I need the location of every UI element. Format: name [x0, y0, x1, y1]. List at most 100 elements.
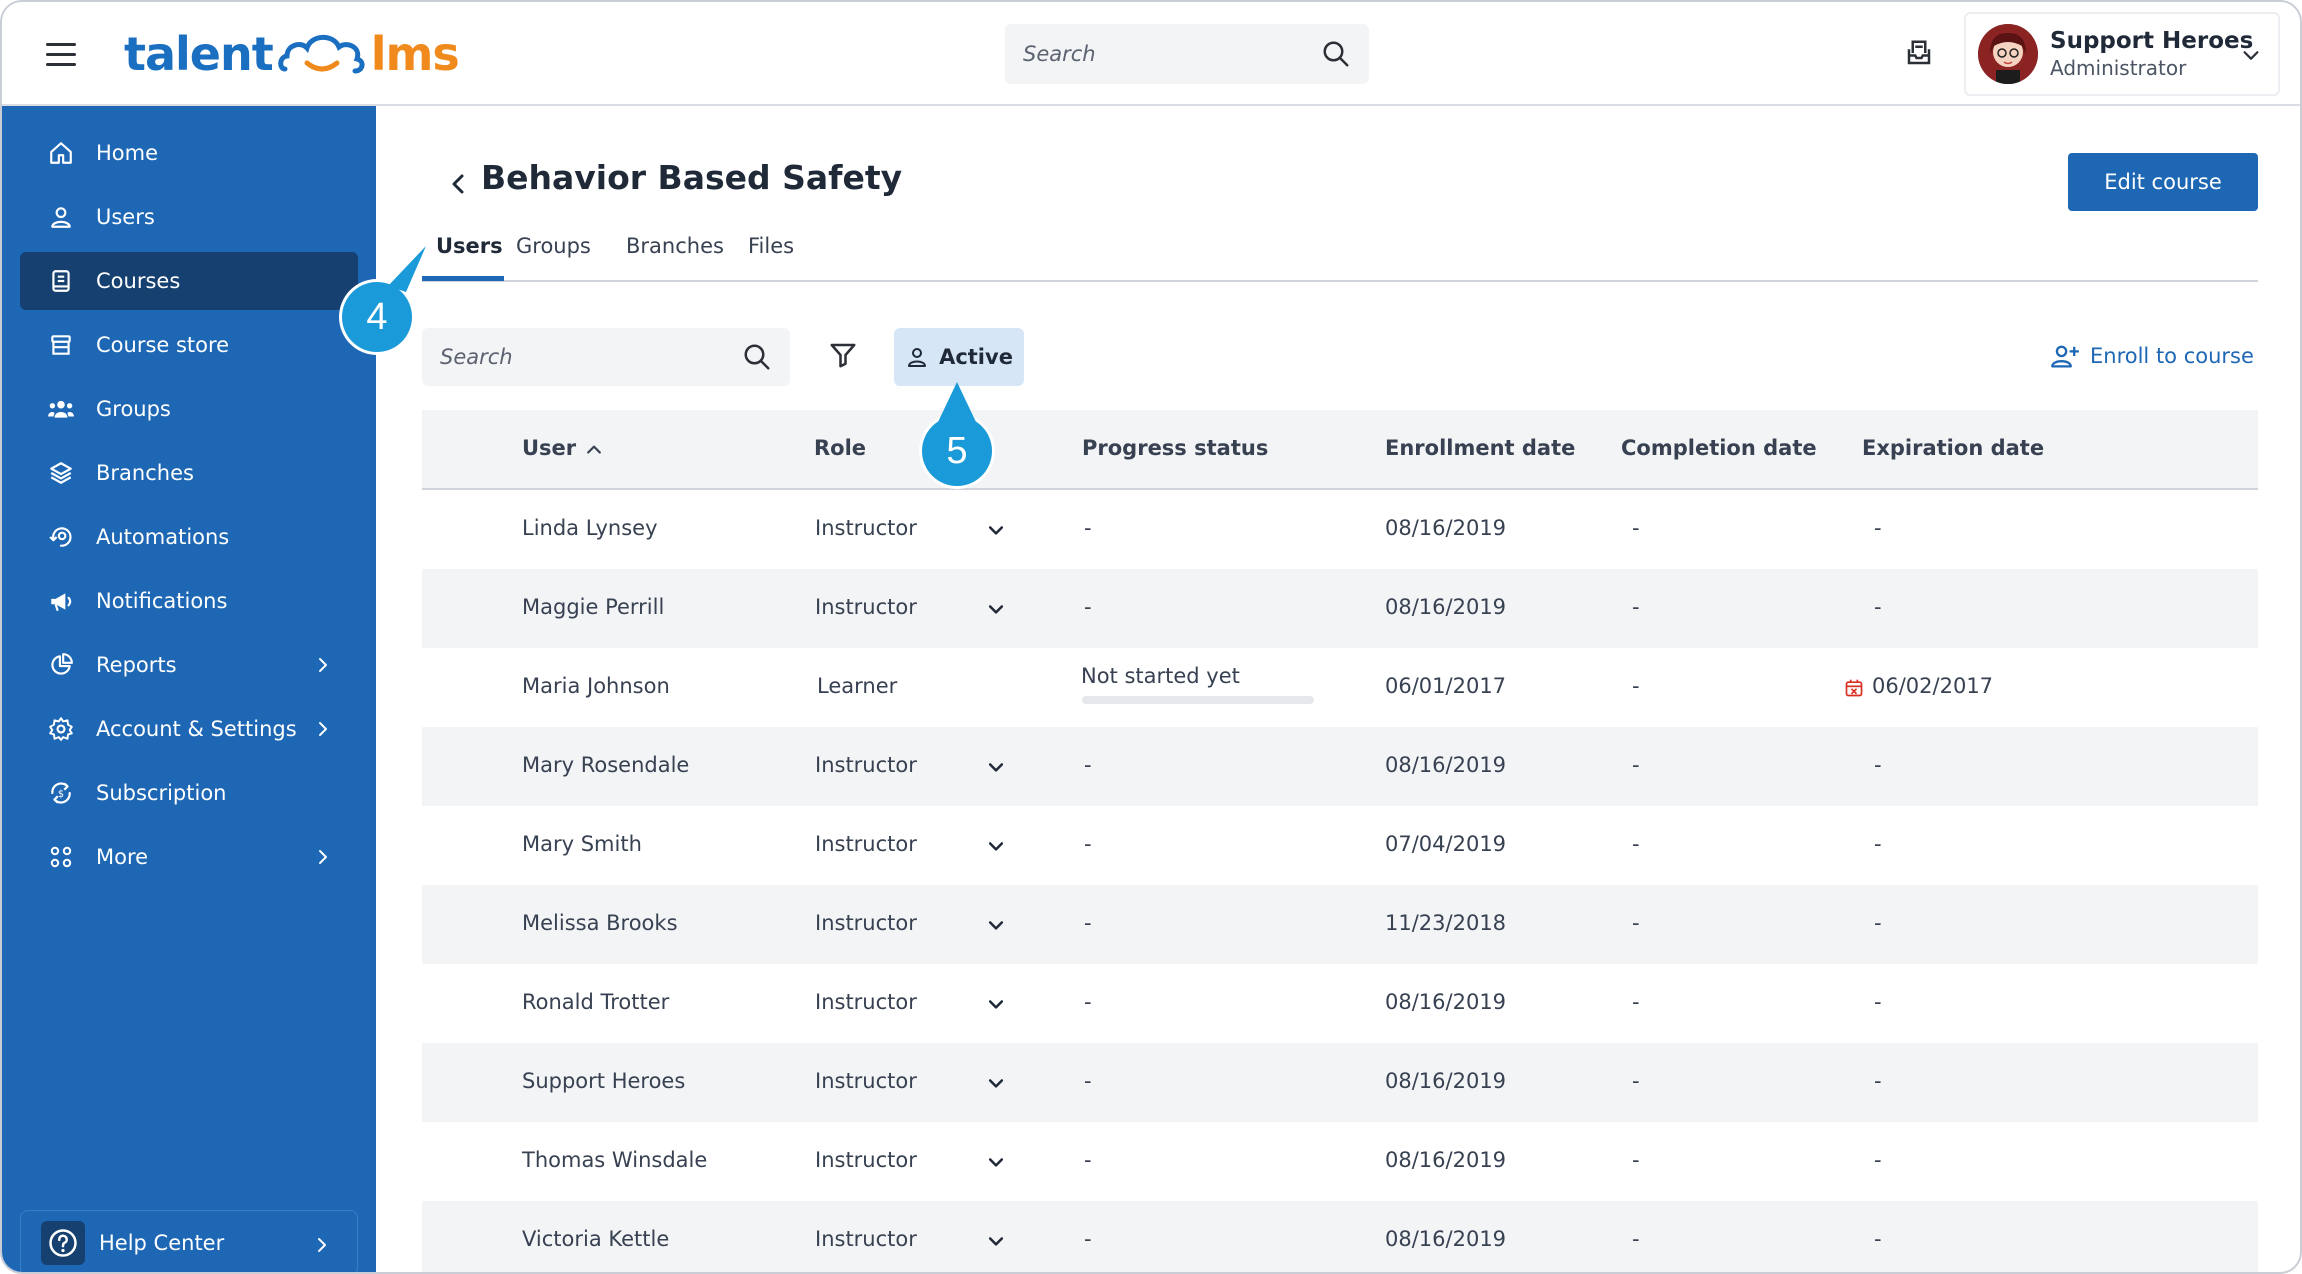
hamburger-menu-icon[interactable] [46, 36, 76, 72]
user-name-cell[interactable]: Victoria Kettle [522, 1227, 669, 1251]
top-header: talent lms Support Heroes Administrator [2, 2, 2300, 106]
role-cell[interactable]: Instructor [815, 595, 917, 619]
help-icon [41, 1221, 85, 1265]
messages-icon[interactable] [1904, 38, 1934, 68]
enroll-to-course-link[interactable]: Enroll to course [2050, 342, 2254, 370]
chevron-down-icon[interactable] [986, 757, 1006, 777]
progress-status-cell: - [1084, 595, 1092, 619]
user-name-cell[interactable]: Support Heroes [522, 1069, 685, 1093]
chevron-down-icon[interactable] [986, 520, 1006, 540]
user-name-cell[interactable]: Mary Rosendale [522, 753, 689, 777]
sidebar-item-label: Home [96, 141, 159, 165]
completion-date-cell: - [1632, 753, 1640, 777]
table-row[interactable]: Melissa Brooks Instructor - 11/23/2018 - - [422, 885, 2258, 964]
role-cell[interactable]: Instructor [815, 1069, 917, 1093]
role-cell[interactable]: Instructor [815, 1148, 917, 1172]
sidebar-item-label: More [96, 845, 149, 869]
column-header-progress[interactable]: Progress status [1082, 436, 1268, 460]
column-header-role[interactable]: Role [814, 436, 866, 460]
table-row[interactable]: Maggie Perrill Instructor - 08/16/2019 - - [422, 569, 2258, 648]
sidebar-item-label: Groups [96, 397, 171, 421]
role-cell[interactable]: Instructor [815, 1227, 917, 1251]
table-row[interactable]: Linda Lynsey Instructor - 08/16/2019 - - [422, 490, 2258, 569]
sort-ascending-icon[interactable] [584, 440, 604, 460]
user-icon [46, 202, 76, 232]
tab-groups[interactable]: Groups [516, 234, 591, 258]
search-icon[interactable] [742, 342, 772, 372]
back-arrow-icon[interactable] [446, 170, 470, 198]
sidebar-item-users[interactable]: Users [20, 188, 358, 246]
sidebar-item-reports[interactable]: Reports [20, 636, 358, 694]
sidebar-item-notifications[interactable]: Notifications [20, 572, 358, 630]
user-name-cell[interactable]: Thomas Winsdale [522, 1148, 707, 1172]
table-row[interactable]: Victoria Kettle Instructor - 08/16/2019 - - [422, 1201, 2258, 1272]
chevron-down-icon[interactable] [986, 836, 1006, 856]
sidebar-item-label: Subscription [96, 781, 227, 805]
role-cell[interactable]: Learner [817, 674, 897, 698]
search-icon[interactable] [1321, 39, 1351, 69]
logo-text-lms: lms [370, 27, 460, 81]
chevron-down-icon[interactable] [986, 915, 1006, 935]
sidebar-item-branches[interactable]: Branches [20, 444, 358, 502]
sidebar-item-subscription[interactable]: $ Subscription [20, 764, 358, 822]
column-header-completion-date[interactable]: Completion date [1621, 436, 1817, 460]
chevron-down-icon[interactable] [986, 599, 1006, 619]
expiration-date-cell: - [1874, 832, 1882, 856]
talentlms-logo[interactable]: talent lms [124, 24, 460, 84]
sidebar-item-automations[interactable]: Automations [20, 508, 358, 566]
table-row[interactable]: Maria Johnson Learner Not started yet 06/01… [422, 648, 2258, 727]
user-name-cell[interactable]: Maria Johnson [522, 674, 670, 698]
role-cell[interactable]: Instructor [815, 832, 917, 856]
enrollment-date-cell: 11/23/2018 [1385, 911, 1507, 935]
help-center-button[interactable]: Help Center [20, 1210, 358, 1272]
pie-chart-icon [46, 650, 76, 680]
user-name-cell[interactable]: Melissa Brooks [522, 911, 678, 935]
edit-course-button[interactable]: Edit course [2068, 153, 2258, 211]
table-row[interactable]: Ronald Trotter Instructor - 08/16/2019 - - [422, 964, 2258, 1043]
role-cell[interactable]: Instructor [815, 911, 917, 935]
user-menu[interactable]: Support Heroes Administrator [1964, 12, 2280, 96]
sidebar-item-groups[interactable]: Groups [20, 380, 358, 438]
expiration-date-cell: - [1874, 1148, 1882, 1172]
tab-files[interactable]: Files [748, 234, 794, 258]
sidebar-item-more[interactable]: More [20, 828, 358, 886]
sidebar-item-course-store[interactable]: Course store [20, 316, 358, 374]
table-row[interactable]: Mary Smith Instructor - 07/04/2019 - - [422, 806, 2258, 885]
active-filter-label: Active [939, 345, 1013, 369]
enrollment-date-cell: 07/04/2019 [1385, 832, 1507, 856]
sidebar-item-home[interactable]: Home [20, 124, 358, 182]
role-cell[interactable]: Instructor [815, 753, 917, 777]
completion-date-cell: - [1632, 674, 1640, 698]
chevron-down-icon[interactable] [2240, 44, 2262, 66]
user-info: Support Heroes Administrator [2050, 28, 2253, 80]
sidebar-item-account-settings[interactable]: Account & Settings [20, 700, 358, 758]
filter-icon[interactable] [828, 340, 858, 370]
global-search-input[interactable] [1023, 42, 1321, 66]
column-header-enrollment-date[interactable]: Enrollment date [1385, 436, 1575, 460]
table-row[interactable]: Support Heroes Instructor - 08/16/2019 - - [422, 1043, 2258, 1122]
role-cell[interactable]: Instructor [815, 990, 917, 1014]
callout-marker-4: 4 [342, 246, 426, 352]
table-row[interactable]: Mary Rosendale Instructor - 08/16/2019 - - [422, 727, 2258, 806]
user-name-cell[interactable]: Ronald Trotter [522, 990, 669, 1014]
sidebar-item-label: Courses [96, 269, 181, 293]
user-name-cell[interactable]: Linda Lynsey [522, 516, 658, 540]
completion-date-cell: - [1632, 1148, 1640, 1172]
role-cell[interactable]: Instructor [815, 516, 917, 540]
layers-icon [46, 458, 76, 488]
table-row[interactable]: Thomas Winsdale Instructor - 08/16/2019 - - [422, 1122, 2258, 1201]
sidebar-item-courses[interactable]: Courses [20, 252, 358, 310]
user-name-cell[interactable]: Maggie Perrill [522, 595, 664, 619]
chevron-down-icon[interactable] [986, 1231, 1006, 1251]
tab-branches[interactable]: Branches [626, 234, 724, 258]
course-users-table: User Role Progress status Enrollment dat… [422, 410, 2258, 1272]
column-header-user[interactable]: User [522, 436, 576, 460]
users-search-input[interactable] [440, 345, 742, 369]
chevron-down-icon[interactable] [986, 1152, 1006, 1172]
chevron-down-icon[interactable] [986, 1073, 1006, 1093]
chevron-down-icon[interactable] [986, 994, 1006, 1014]
user-name-cell[interactable]: Mary Smith [522, 832, 642, 856]
tab-users[interactable]: Users [436, 234, 503, 258]
progress-status-cell: - [1084, 1069, 1092, 1093]
column-header-expiration-date[interactable]: Expiration date [1862, 436, 2044, 460]
